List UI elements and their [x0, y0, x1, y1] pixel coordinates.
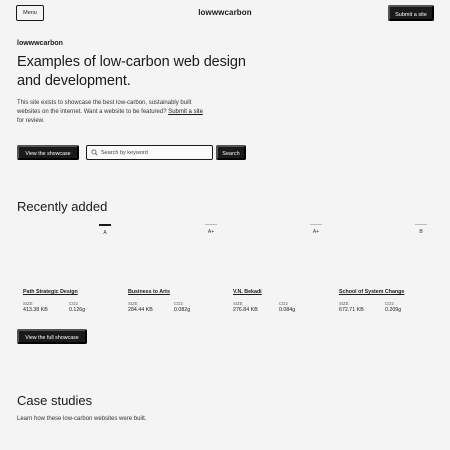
rating-filters: A A+ A+ B [0, 224, 450, 238]
filter-tab[interactable]: A [99, 224, 111, 236]
filter-label: A [103, 229, 107, 236]
hero-description-text: This site exists to showcase the best lo… [17, 100, 192, 115]
hero-description: This site exists to showcase the best lo… [17, 99, 207, 126]
search-icon [91, 149, 98, 156]
search-input[interactable] [101, 149, 211, 156]
search-box[interactable] [86, 145, 213, 160]
site-card[interactable]: Path Strategic Design SIZE 413.38 KB CO2 0… [23, 289, 118, 313]
filter-label: B [419, 229, 423, 235]
filter-label: A+ [207, 229, 215, 235]
size-label: SIZE [233, 301, 243, 306]
site-card-title[interactable]: V.N. Bekadi [233, 289, 328, 295]
site-card-stats: SIZE 672.71 KB CO2 0.209g [339, 301, 434, 313]
filter-indicator [310, 224, 322, 225]
site-card-stats: SIZE 413.38 KB CO2 0.126g [23, 301, 118, 313]
view-showcase-button[interactable]: View the showcase [17, 145, 79, 160]
filter-tab[interactable]: B [415, 224, 427, 235]
co2-label: CO2 [385, 301, 394, 306]
submit-site-button[interactable]: Submit a site [388, 5, 434, 21]
co2-value: 0.209g [385, 307, 402, 313]
size-label: SIZE [128, 301, 138, 306]
co2-value: 0.084g [279, 307, 296, 313]
co2-value: 0.082g [174, 307, 191, 313]
hero-title: Examples of low-carbon web design and de… [17, 54, 246, 89]
size-value: 276.84 KB [233, 307, 258, 313]
recently-added-title: Recently added [17, 199, 108, 214]
site-card[interactable]: School of System Change SIZE 672.71 KB CO… [339, 289, 434, 313]
size-value: 413.38 KB [23, 307, 48, 313]
filter-indicator [99, 224, 111, 226]
size-value: 284.44 KB [128, 307, 153, 313]
hero-description-suffix: for review. [17, 118, 45, 124]
search-button[interactable]: Search [216, 145, 246, 160]
size-value: 672.71 KB [339, 307, 364, 313]
site-card[interactable]: Business to Arts SIZE 284.44 KB CO2 0.082g [128, 289, 223, 313]
filter-tab[interactable]: A+ [205, 224, 217, 235]
site-card-title[interactable]: Path Strategic Design [23, 289, 118, 295]
filter-indicator [205, 224, 217, 225]
size-label: SIZE [23, 301, 33, 306]
co2-label: CO2 [279, 301, 288, 306]
site-card-stats: SIZE 276.84 KB CO2 0.084g [233, 301, 328, 313]
site-card-stats: SIZE 284.44 KB CO2 0.082g [128, 301, 223, 313]
filter-indicator [415, 224, 427, 225]
site-header: Menu lowwwcarbon Submit a site [0, 0, 450, 28]
site-card[interactable]: V.N. Bekadi SIZE 276.84 KB CO2 0.084g [233, 289, 328, 313]
view-full-showcase-button[interactable]: View the full showcase [17, 329, 87, 344]
size-label: SIZE [339, 301, 349, 306]
case-studies-description: Learn how these low-carbon websites were… [17, 416, 147, 422]
filter-label: A+ [312, 229, 320, 235]
site-logo[interactable]: lowwwcarbon [0, 8, 450, 17]
case-studies-title: Case studies [17, 393, 93, 408]
co2-label: CO2 [69, 301, 78, 306]
site-card-title[interactable]: Business to Arts [128, 289, 223, 295]
filter-tab[interactable]: A+ [310, 224, 322, 235]
submit-site-link[interactable]: Submit a site [168, 109, 203, 115]
co2-value: 0.126g [69, 307, 86, 313]
co2-label: CO2 [174, 301, 183, 306]
hero-brand: lowwwcarbon [17, 40, 63, 47]
site-card-title[interactable]: School of System Change [339, 289, 434, 295]
